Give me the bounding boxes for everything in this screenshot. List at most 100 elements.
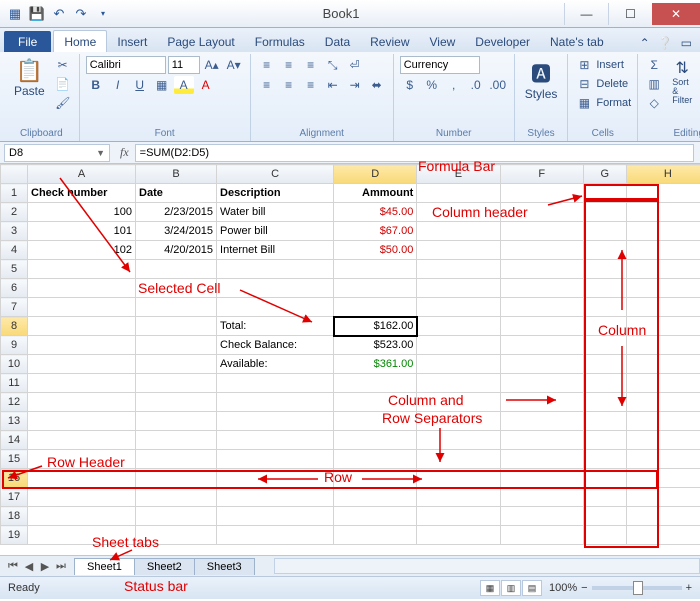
cell-B12[interactable] bbox=[136, 393, 217, 412]
cut-icon[interactable]: ✂ bbox=[53, 56, 73, 74]
cell-E15[interactable] bbox=[417, 450, 500, 469]
cell-H11[interactable] bbox=[626, 374, 700, 393]
cell-C3[interactable]: Power bill bbox=[217, 222, 334, 241]
cell-D10[interactable]: $361.00 bbox=[334, 355, 417, 374]
cell-C5[interactable] bbox=[217, 260, 334, 279]
window-options-icon[interactable]: ▭ bbox=[677, 34, 696, 52]
cell-H4[interactable] bbox=[626, 241, 700, 260]
italic-icon[interactable]: I bbox=[108, 76, 128, 94]
row-header-12[interactable]: 12 bbox=[1, 393, 28, 412]
cell-C7[interactable] bbox=[217, 298, 334, 317]
format-cells-button[interactable]: Format bbox=[596, 97, 631, 109]
cell-D2[interactable]: $45.00 bbox=[334, 203, 417, 222]
cell-C4[interactable]: Internet Bill bbox=[217, 241, 334, 260]
row-header-9[interactable]: 9 bbox=[1, 336, 28, 355]
cell-D1[interactable]: Ammount bbox=[334, 184, 417, 203]
cell-E16[interactable] bbox=[417, 469, 500, 488]
zoom-slider[interactable] bbox=[592, 586, 682, 590]
cell-G11[interactable] bbox=[583, 374, 626, 393]
row-header-2[interactable]: 2 bbox=[1, 203, 28, 222]
sheet-tab[interactable]: Sheet3 bbox=[194, 558, 255, 575]
cell-B18[interactable] bbox=[136, 507, 217, 526]
cell-C8[interactable]: Total: bbox=[217, 317, 334, 336]
tab-data[interactable]: Data bbox=[315, 31, 360, 52]
tab-home[interactable]: Home bbox=[53, 30, 107, 52]
cell-C10[interactable]: Available: bbox=[217, 355, 334, 374]
cell-C13[interactable] bbox=[217, 412, 334, 431]
select-all-corner[interactable] bbox=[1, 165, 28, 184]
cell-C19[interactable] bbox=[217, 526, 334, 545]
cell-B14[interactable] bbox=[136, 431, 217, 450]
cell-B13[interactable] bbox=[136, 412, 217, 431]
cell-H3[interactable] bbox=[626, 222, 700, 241]
cell-H10[interactable] bbox=[626, 355, 700, 374]
row-header-13[interactable]: 13 bbox=[1, 412, 28, 431]
name-box-dropdown-icon[interactable]: ▼ bbox=[96, 148, 105, 158]
cell-E13[interactable] bbox=[417, 412, 500, 431]
page-layout-view-button[interactable]: ▥ bbox=[501, 580, 521, 596]
sheet-nav-first-icon[interactable]: ⏮ bbox=[6, 560, 20, 573]
cell-D7[interactable] bbox=[334, 298, 417, 317]
cell-A9[interactable] bbox=[28, 336, 136, 355]
row-header-17[interactable]: 17 bbox=[1, 488, 28, 507]
cell-D13[interactable] bbox=[334, 412, 417, 431]
cell-F19[interactable] bbox=[500, 526, 583, 545]
cell-F4[interactable] bbox=[500, 241, 583, 260]
cell-E11[interactable] bbox=[417, 374, 500, 393]
cell-G5[interactable] bbox=[583, 260, 626, 279]
cell-H17[interactable] bbox=[626, 488, 700, 507]
cell-G13[interactable] bbox=[583, 412, 626, 431]
cell-A8[interactable] bbox=[28, 317, 136, 336]
cell-G3[interactable] bbox=[583, 222, 626, 241]
cell-F10[interactable] bbox=[500, 355, 583, 374]
formula-input[interactable]: =SUM(D2:D5) bbox=[135, 144, 694, 162]
cell-D6[interactable] bbox=[334, 279, 417, 298]
row-header-19[interactable]: 19 bbox=[1, 526, 28, 545]
cell-H2[interactable] bbox=[626, 203, 700, 222]
cell-G10[interactable] bbox=[583, 355, 626, 374]
increase-font-icon[interactable]: A▴ bbox=[202, 56, 222, 74]
copy-icon[interactable]: 📄 bbox=[53, 75, 73, 93]
cell-F6[interactable] bbox=[500, 279, 583, 298]
cell-C6[interactable] bbox=[217, 279, 334, 298]
maximize-button[interactable]: ☐ bbox=[608, 3, 652, 25]
cell-A14[interactable] bbox=[28, 431, 136, 450]
cell-B1[interactable]: Date bbox=[136, 184, 217, 203]
cell-F15[interactable] bbox=[500, 450, 583, 469]
increase-decimal-icon[interactable]: .0 bbox=[466, 76, 486, 94]
cell-E6[interactable] bbox=[417, 279, 500, 298]
insert-cells-button[interactable]: Insert bbox=[596, 59, 624, 71]
align-center-icon[interactable]: ≡ bbox=[279, 76, 299, 94]
row-header-10[interactable]: 10 bbox=[1, 355, 28, 374]
cell-G6[interactable] bbox=[583, 279, 626, 298]
fill-color-icon[interactable]: A bbox=[174, 76, 194, 94]
sheet-tab[interactable]: Sheet2 bbox=[134, 558, 195, 575]
format-cells-icon[interactable]: ▦ bbox=[574, 94, 594, 112]
font-size-select[interactable] bbox=[168, 56, 200, 74]
cell-B8[interactable] bbox=[136, 317, 217, 336]
cell-G7[interactable] bbox=[583, 298, 626, 317]
number-format-select[interactable] bbox=[400, 56, 480, 74]
cell-B6[interactable] bbox=[136, 279, 217, 298]
underline-icon[interactable]: U bbox=[130, 76, 150, 94]
decrease-font-icon[interactable]: A▾ bbox=[224, 56, 244, 74]
row-header-18[interactable]: 18 bbox=[1, 507, 28, 526]
cell-H1[interactable] bbox=[626, 184, 700, 203]
row-header-6[interactable]: 6 bbox=[1, 279, 28, 298]
cell-A16[interactable] bbox=[28, 469, 136, 488]
cell-G12[interactable] bbox=[583, 393, 626, 412]
cell-F5[interactable] bbox=[500, 260, 583, 279]
tab-review[interactable]: Review bbox=[360, 31, 419, 52]
delete-cells-icon[interactable]: ⊟ bbox=[574, 75, 594, 93]
cell-H16[interactable] bbox=[626, 469, 700, 488]
cell-D12[interactable] bbox=[334, 393, 417, 412]
row-header-5[interactable]: 5 bbox=[1, 260, 28, 279]
merge-icon[interactable]: ⬌ bbox=[367, 76, 387, 94]
cell-A1[interactable]: Check number bbox=[28, 184, 136, 203]
cell-G17[interactable] bbox=[583, 488, 626, 507]
cell-D9[interactable]: $523.00 bbox=[334, 336, 417, 355]
cell-B5[interactable] bbox=[136, 260, 217, 279]
cell-F13[interactable] bbox=[500, 412, 583, 431]
spreadsheet-grid[interactable]: ABCDEFGH1Check numberDateDescriptionAmmo… bbox=[0, 164, 700, 556]
cell-E9[interactable] bbox=[417, 336, 500, 355]
